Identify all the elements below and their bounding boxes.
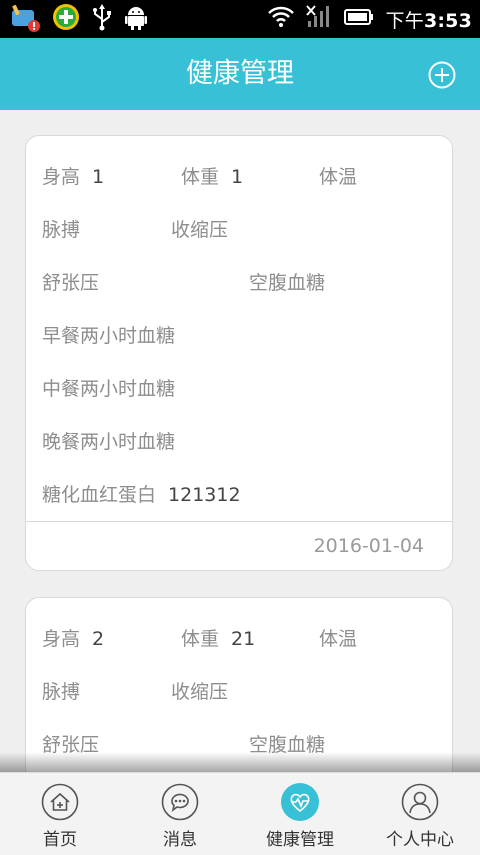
tab-messages[interactable]: 消息	[120, 773, 240, 855]
tab-label: 个人中心	[386, 830, 454, 850]
tab-profile[interactable]: 个人中心	[360, 773, 480, 855]
pulse-field: 脉搏	[42, 681, 81, 703]
app-header: 健康管理	[0, 38, 480, 110]
plus-badge-icon	[52, 3, 80, 35]
height-field: 身高 2	[42, 628, 105, 650]
record-card[interactable]: 身高 1 体重 1 体温 脉搏 收缩压 舒张压 空腹血糖 早餐两小时血糖 中餐两小时…	[25, 135, 453, 571]
bottom-tab-bar: 首页 消息 健康管理 个人中心	[0, 772, 480, 855]
tabbar-shadow	[0, 752, 480, 772]
card-divider	[26, 521, 452, 522]
tab-label: 消息	[163, 830, 197, 850]
tab-label: 首页	[43, 830, 77, 850]
temperature-field: 体温	[319, 628, 358, 650]
battery-icon	[343, 8, 374, 30]
hba1c-field: 糖化血红蛋白 121312	[42, 484, 241, 506]
systolic-field: 收缩压	[171, 219, 229, 241]
lunch-glucose-field: 中餐两小时血糖	[42, 378, 176, 400]
status-time: 下午3:53	[385, 9, 472, 32]
status-bar: 下午3:53	[0, 0, 480, 38]
signal-icon	[305, 5, 332, 33]
page-title: 健康管理	[186, 58, 294, 89]
diastolic-field: 舒张压	[42, 272, 100, 294]
systolic-field: 收缩压	[171, 681, 229, 703]
record-date: 2016-01-04	[313, 535, 424, 557]
record-card[interactable]: 身高 2 体重 21 体温 脉搏 收缩压 舒张压 空腹血糖	[25, 597, 453, 772]
weight-field: 体重 21	[181, 628, 256, 650]
heart-pulse-icon	[281, 783, 319, 821]
plus-circle-icon	[428, 61, 456, 89]
android-icon	[124, 3, 148, 35]
weight-field: 体重 1	[181, 166, 244, 188]
broom-icon	[8, 2, 42, 36]
temperature-field: 体温	[319, 166, 358, 188]
pulse-field: 脉搏	[42, 219, 81, 241]
breakfast-glucose-field: 早餐两小时血糖	[42, 325, 176, 347]
wifi-icon	[267, 6, 294, 32]
dinner-glucose-field: 晚餐两小时血糖	[42, 431, 176, 453]
message-icon	[161, 783, 199, 821]
height-field: 身高 1	[42, 166, 105, 188]
tab-health-management[interactable]: 健康管理	[240, 773, 360, 855]
tab-home[interactable]: 首页	[0, 773, 120, 855]
usb-icon	[90, 3, 114, 35]
records-list[interactable]: 身高 1 体重 1 体温 脉搏 收缩压 舒张压 空腹血糖 早餐两小时血糖 中餐两小时…	[0, 110, 480, 772]
tab-label: 健康管理	[266, 830, 334, 850]
user-icon	[401, 783, 439, 821]
add-record-button[interactable]	[428, 61, 456, 89]
fasting-glucose-field: 空腹血糖	[249, 272, 326, 294]
home-icon	[41, 783, 79, 821]
